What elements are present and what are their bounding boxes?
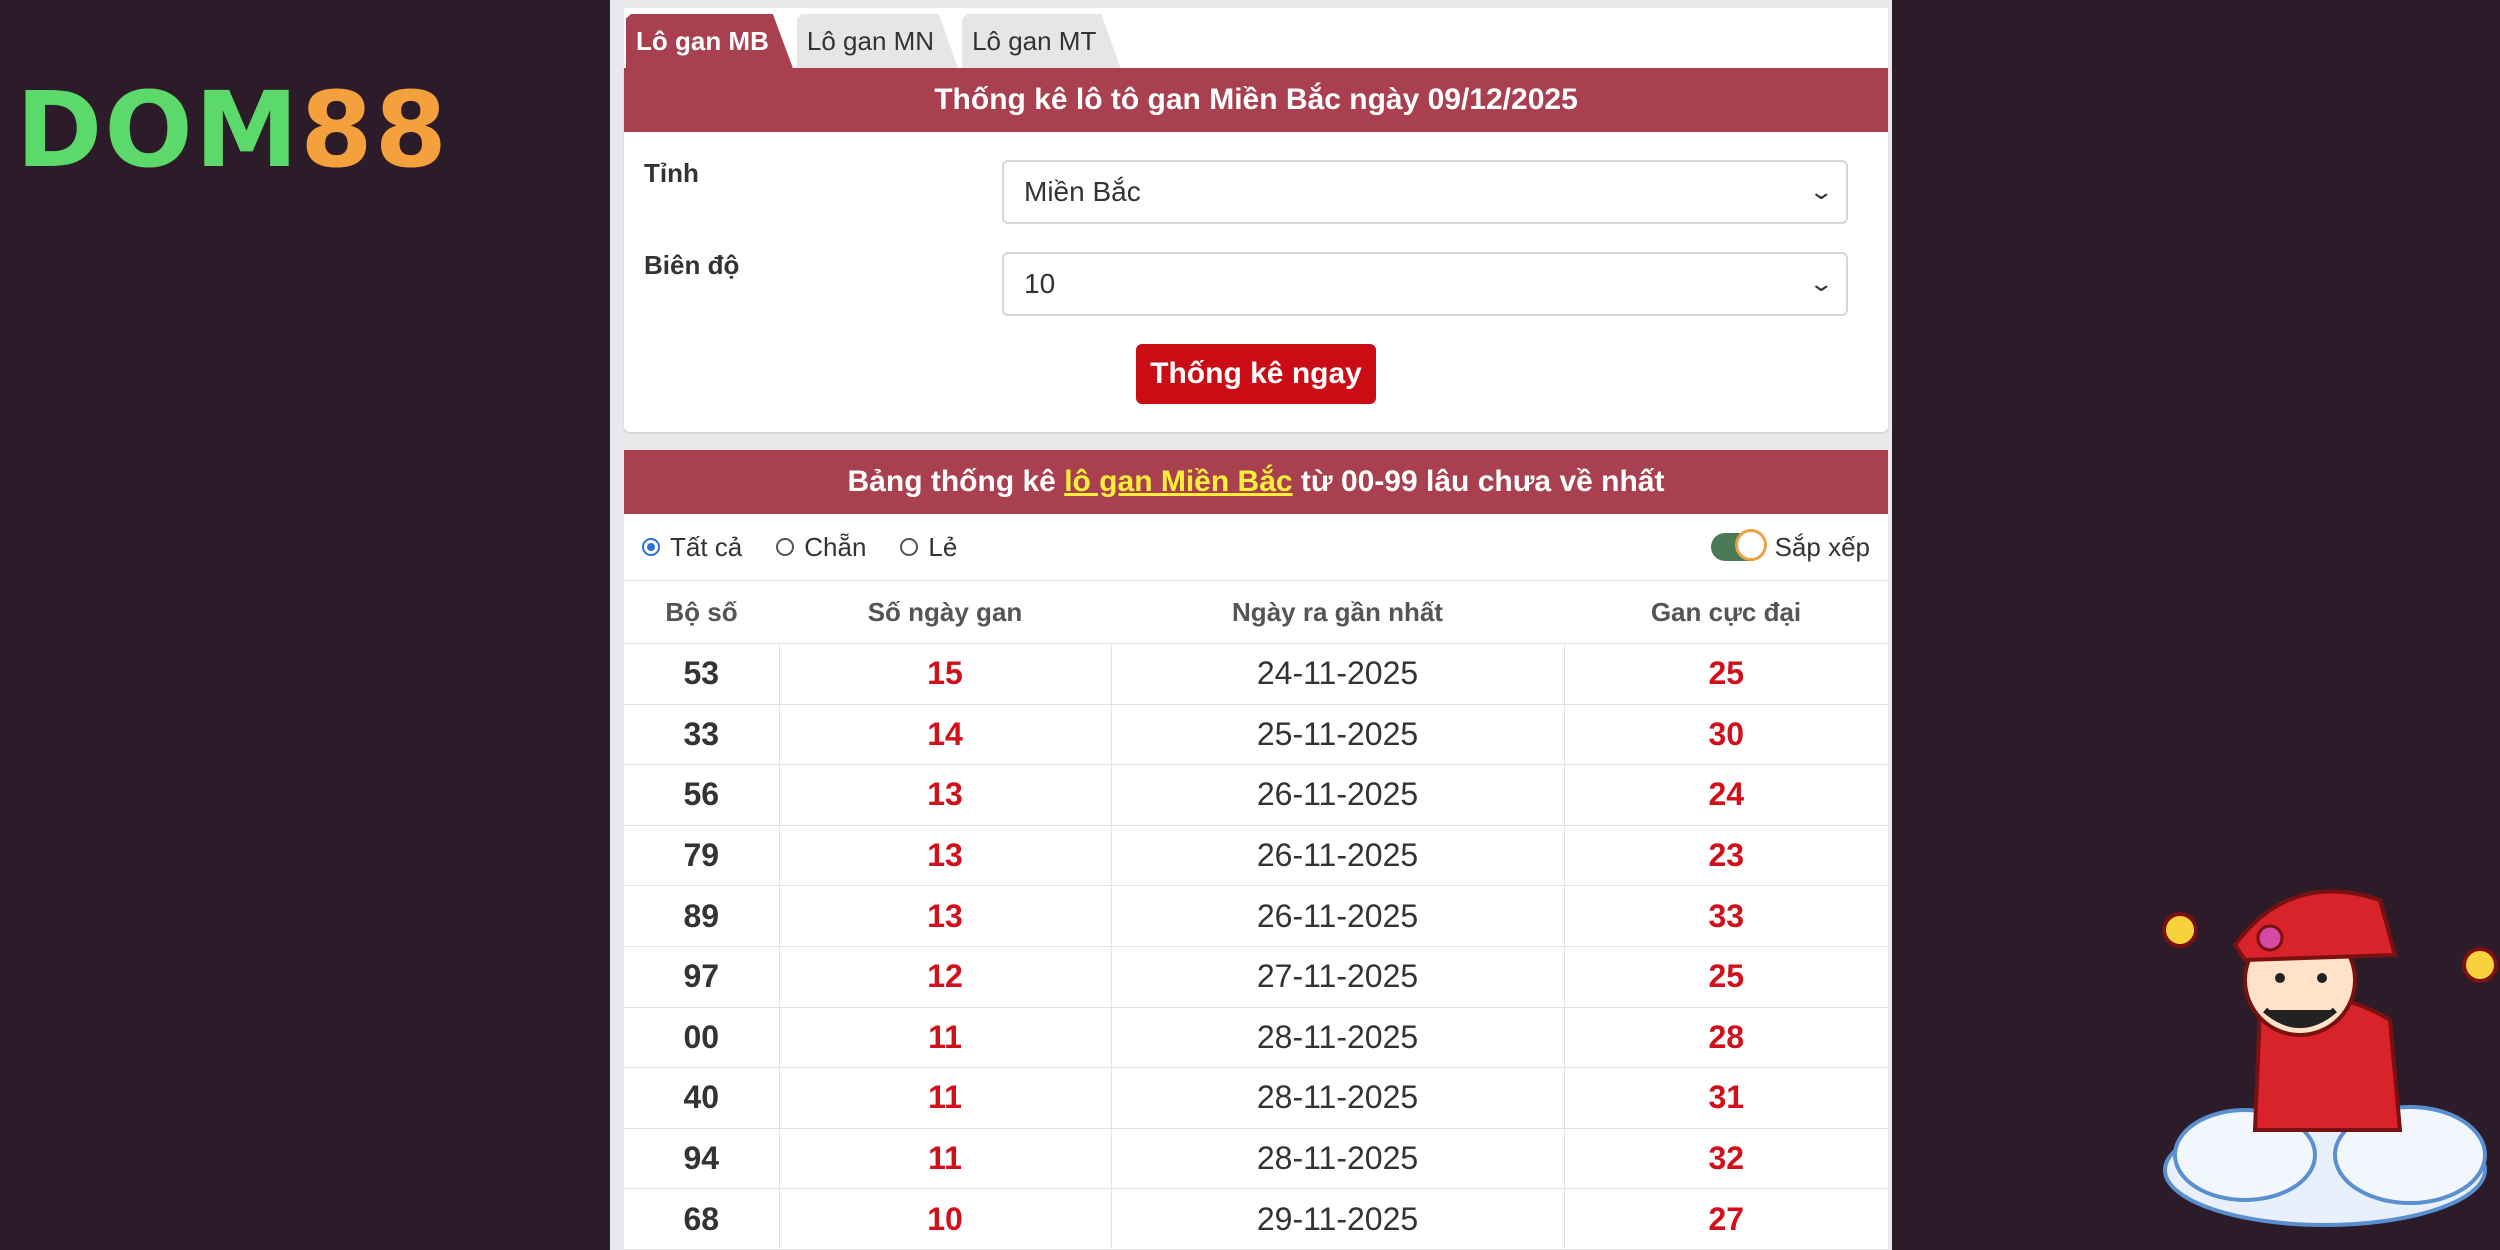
cell-number: 56 <box>624 764 780 826</box>
column-header-number: Bộ số <box>624 580 779 644</box>
cell-max-gan: 30 <box>1564 704 1888 766</box>
cell-last-date: 28-11-2025 <box>1111 1128 1565 1190</box>
column-header-max-gan: Gan cực đại <box>1564 580 1888 644</box>
table-row: 89 13 26-11-2025 33 <box>624 885 1888 947</box>
radio-all[interactable]: Tất cả <box>642 532 742 563</box>
tab-bar: Lô gan MB Lô gan MN Lô gan MT <box>624 8 1888 68</box>
table-row: 94 11 28-11-2025 32 <box>624 1128 1888 1190</box>
cell-last-date: 29-11-2025 <box>1111 1188 1565 1250</box>
table-row: 97 12 27-11-2025 25 <box>624 946 1888 1008</box>
table-row: 53 15 24-11-2025 25 <box>624 643 1888 705</box>
cell-number: 33 <box>624 704 780 766</box>
tab-lo-gan-mt[interactable]: Lô gan MT <box>962 14 1121 68</box>
results-title-prefix: Bảng thống kê <box>847 465 1065 498</box>
cell-days: 13 <box>779 825 1112 887</box>
cell-days: 10 <box>779 1188 1112 1250</box>
radio-even-label: Chẵn <box>804 531 867 562</box>
range-row: Biên độ 10 ⌄ <box>624 224 1888 316</box>
dom88-logo: DOM88 <box>16 78 449 182</box>
cell-last-date: 28-11-2025 <box>1111 1067 1565 1129</box>
submit-wrap: Thống kê ngay <box>624 316 1888 432</box>
column-header-last-date: Ngày ra gần nhất <box>1111 580 1564 644</box>
table-row: 79 13 26-11-2025 23 <box>624 825 1888 887</box>
cell-days: 11 <box>779 1128 1112 1190</box>
god-of-wealth-mascot <box>2162 889 2498 1227</box>
cell-max-gan: 27 <box>1564 1188 1888 1250</box>
cell-number: 94 <box>624 1128 780 1190</box>
table-row: 68 10 29-11-2025 27 <box>624 1188 1888 1250</box>
column-header-days: Số ngày gan <box>779 580 1111 644</box>
results-table: Bộ số Số ngày gan Ngày ra gần nhất Gan c… <box>624 580 1888 1250</box>
cell-number: 40 <box>624 1067 780 1129</box>
radio-unchecked-icon <box>776 538 795 556</box>
tab-lo-gan-mn[interactable]: Lô gan MN <box>796 14 959 68</box>
table-row: 40 11 28-11-2025 31 <box>624 1067 1888 1129</box>
results-title-link[interactable]: lô gan Miền Bắc <box>1064 465 1292 499</box>
radio-even[interactable]: Chẵn <box>776 532 866 563</box>
range-select-value: 10 <box>1024 268 1056 299</box>
province-row: Tỉnh Miền Bắc ⌄ <box>624 132 1888 224</box>
cell-number: 97 <box>624 946 780 1008</box>
cell-last-date: 28-11-2025 <box>1111 1007 1565 1069</box>
cell-last-date: 26-11-2025 <box>1111 825 1565 887</box>
submit-button[interactable]: Thống kê ngay <box>1136 344 1376 404</box>
cell-days: 11 <box>779 1007 1112 1069</box>
cell-max-gan: 25 <box>1564 643 1888 705</box>
results-card: Bảng thống kê lô gan Miền Bắc từ 00-99 l… <box>624 450 1888 1250</box>
range-select[interactable]: 10 ⌄ <box>1002 252 1848 316</box>
radio-all-label: Tất cả <box>670 531 743 562</box>
cell-last-date: 25-11-2025 <box>1111 704 1565 766</box>
filter-bar: Tất cả Chẵn Lẻ Sắp xếp <box>624 514 1888 580</box>
chevron-down-icon: ⌄ <box>1807 179 1834 204</box>
sort-label: Sắp xếp <box>1774 531 1870 562</box>
tab-lo-gan-mb[interactable]: Lô gan MB <box>626 14 793 68</box>
cell-number: 53 <box>624 643 780 705</box>
cell-days: 11 <box>779 1067 1112 1129</box>
cell-last-date: 27-11-2025 <box>1111 946 1565 1008</box>
form-title: Thống kê lô tô gan Miền Bắc ngày 09/12/2… <box>624 68 1888 132</box>
range-label: Biên độ <box>644 250 740 280</box>
results-title: Bảng thống kê lô gan Miền Bắc từ 00-99 l… <box>624 450 1888 514</box>
province-select-value: Miền Bắc <box>1024 176 1141 207</box>
cell-number: 89 <box>624 885 780 947</box>
cell-days: 12 <box>779 946 1112 1008</box>
cell-days: 13 <box>779 885 1112 947</box>
filter-card: Thống kê lô tô gan Miền Bắc ngày 09/12/2… <box>624 68 1888 432</box>
cell-number: 00 <box>624 1007 780 1069</box>
cell-days: 13 <box>779 764 1112 826</box>
cell-max-gan: 31 <box>1564 1067 1888 1129</box>
cell-max-gan: 25 <box>1564 946 1888 1008</box>
cell-max-gan: 24 <box>1564 764 1888 826</box>
radio-unchecked-icon <box>900 538 919 556</box>
cell-last-date: 26-11-2025 <box>1111 764 1565 826</box>
table-header-row: Bộ số Số ngày gan Ngày ra gần nhất Gan c… <box>624 580 1888 644</box>
cell-last-date: 24-11-2025 <box>1111 643 1565 705</box>
results-title-suffix: từ 00-99 lâu chưa về nhất <box>1292 465 1665 498</box>
logo-text-88: 88 <box>300 69 449 191</box>
toggle-switch-icon[interactable] <box>1710 529 1767 561</box>
cell-max-gan: 32 <box>1564 1128 1888 1190</box>
sort-toggle[interactable]: Sắp xếp <box>1710 529 1870 563</box>
cell-max-gan: 28 <box>1564 1007 1888 1069</box>
cell-max-gan: 23 <box>1564 825 1888 887</box>
radio-checked-icon <box>642 538 660 556</box>
cell-days: 15 <box>779 643 1112 705</box>
main-content: Lô gan MB Lô gan MN Lô gan MT Thống kê l… <box>624 8 1888 1250</box>
cell-last-date: 26-11-2025 <box>1111 885 1565 947</box>
table-row: 56 13 26-11-2025 24 <box>624 764 1888 826</box>
cell-number: 79 <box>624 825 780 887</box>
radio-odd[interactable]: Lẻ <box>900 532 957 563</box>
cell-days: 14 <box>779 704 1112 766</box>
province-label: Tỉnh <box>644 158 699 188</box>
logo-text-dom: DOM <box>16 69 301 191</box>
radio-odd-label: Lẻ <box>928 531 958 562</box>
province-select[interactable]: Miền Bắc ⌄ <box>1002 160 1848 224</box>
chevron-down-icon: ⌄ <box>1807 271 1834 296</box>
table-row: 00 11 28-11-2025 28 <box>624 1007 1888 1069</box>
cell-max-gan: 33 <box>1564 885 1888 947</box>
table-row: 33 14 25-11-2025 30 <box>624 704 1888 766</box>
cell-number: 68 <box>624 1188 780 1250</box>
